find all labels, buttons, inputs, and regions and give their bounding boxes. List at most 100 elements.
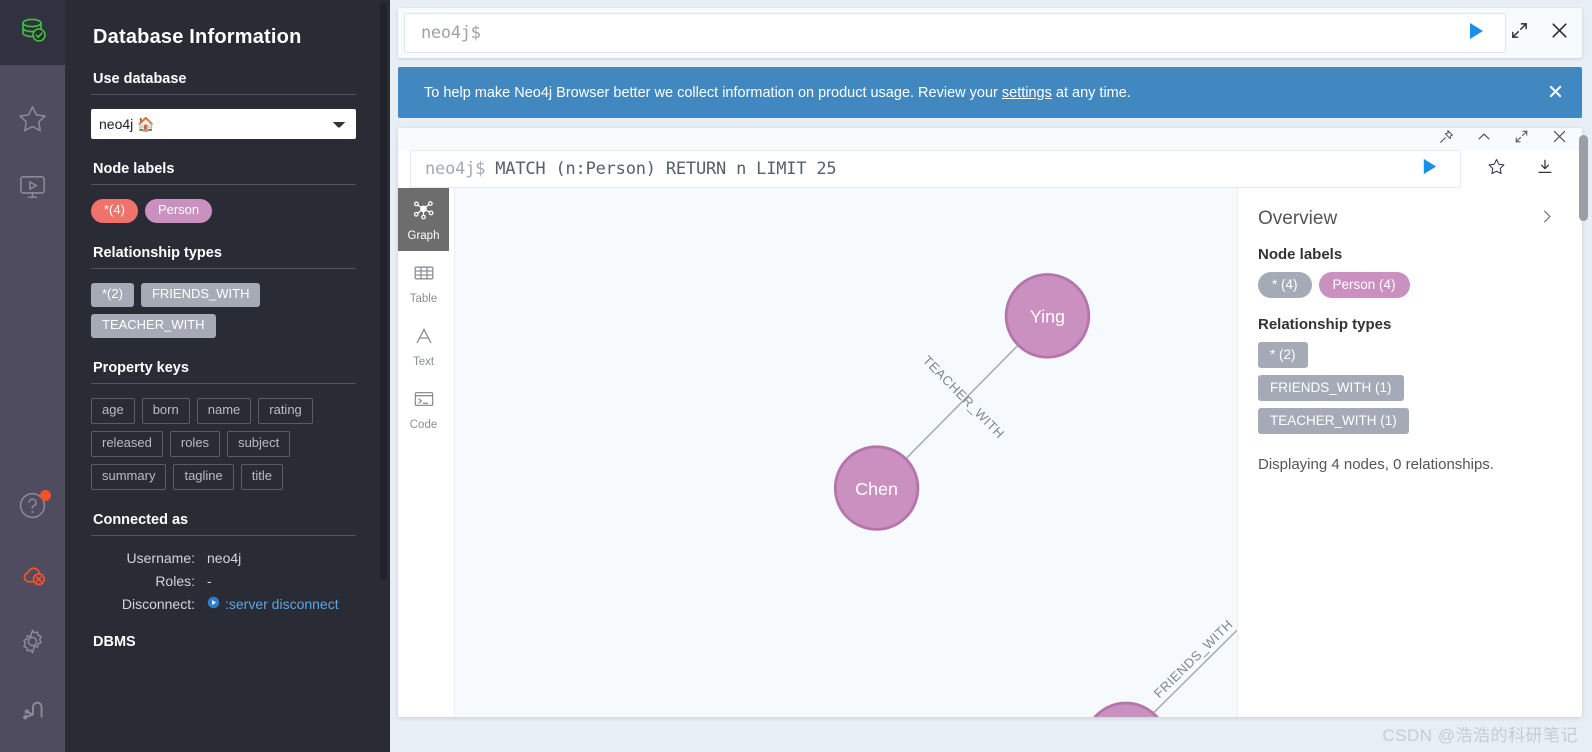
close-icon: [1551, 128, 1568, 150]
property-key-chip[interactable]: summary: [91, 463, 167, 490]
view-mode-table[interactable]: Table: [398, 251, 449, 314]
main-scrollbar[interactable]: [1579, 135, 1588, 221]
dbms-heading: DBMS: [93, 633, 136, 650]
neo4j-browser-app: Database Information Use database neo4j …: [0, 0, 1592, 752]
rail-primary-items: [0, 65, 65, 223]
graph-canvas[interactable]: TEACHER_WITH FRIENDS_WITH Ying Chen Over…: [454, 188, 1582, 717]
divider: [91, 267, 356, 269]
sidebar-item-project-files[interactable]: [0, 155, 65, 223]
banner-settings-link[interactable]: settings: [1002, 85, 1052, 101]
property-key-chip[interactable]: roles: [169, 430, 221, 457]
overview-node-chip[interactable]: * (4): [1258, 272, 1312, 298]
connection-key: Roles:: [155, 572, 195, 589]
graph-node-john[interactable]: John: [1085, 701, 1168, 717]
relationship-type-chip[interactable]: FRIENDS_WITH: [140, 282, 261, 307]
star-icon: [1487, 157, 1506, 181]
cloud-disconnected-icon: [17, 558, 48, 594]
database-select[interactable]: neo4j 🏠: [91, 109, 356, 139]
divider: [91, 94, 356, 95]
pin-frame-button[interactable]: [1439, 129, 1454, 149]
expand-editor-button[interactable]: [1510, 21, 1529, 45]
expand-frame-button[interactable]: [1514, 129, 1529, 149]
property-key-chip[interactable]: rating: [258, 397, 313, 424]
property-keys-section: Property keys age born name rating relea…: [91, 360, 356, 490]
view-mode-code[interactable]: Code: [398, 377, 449, 440]
run-query-button[interactable]: [1455, 20, 1497, 47]
graph-node-ying[interactable]: Ying: [1004, 273, 1091, 359]
banner-text: To help make Neo4j Browser better we col…: [424, 85, 1131, 101]
graph-node-chen[interactable]: Chen: [833, 445, 920, 531]
watermark: CSDN @浩浩的科研笔记: [1382, 726, 1578, 745]
close-icon: [1549, 20, 1570, 46]
property-key-chip[interactable]: tagline: [173, 463, 234, 490]
sidebar-item-favorites[interactable]: [0, 87, 65, 155]
overview-title: Overview: [1258, 208, 1338, 229]
sidebar-scrollbar[interactable]: [380, 2, 387, 580]
sidebar-item-help[interactable]: [0, 474, 65, 542]
relationship-teacher-with[interactable]: TEACHER_WITH: [895, 345, 1018, 470]
play-icon: [1465, 20, 1487, 47]
close-frame-button[interactable]: [1551, 128, 1568, 150]
sidebar-title: Database Information: [93, 26, 302, 48]
monitor-play-icon: [17, 171, 48, 207]
telemetry-banner: To help make Neo4j Browser better we col…: [398, 67, 1582, 118]
property-key-chip[interactable]: title: [240, 463, 283, 490]
connection-row: Username: neo4j: [113, 550, 356, 566]
favorite-query-button[interactable]: [1487, 157, 1506, 181]
frame-query-box[interactable]: neo4j$ MATCH (n:Person) RETURN n LIMIT 2…: [410, 150, 1461, 188]
frame-query-text: neo4j$ MATCH (n:Person) RETURN n LIMIT 2…: [425, 159, 837, 179]
overview-relationship-chip[interactable]: FRIENDS_WITH (1): [1258, 375, 1404, 401]
view-mode-text[interactable]: Text: [398, 314, 449, 377]
property-key-chip[interactable]: born: [141, 397, 190, 424]
relationship-type-chip[interactable]: TEACHER_WITH: [91, 313, 216, 338]
property-key-chip[interactable]: subject: [227, 430, 291, 457]
code-icon: [412, 387, 436, 414]
connection-row: Roles: -: [113, 573, 356, 589]
relationship-types-section: Relationship types *(2) FRIENDS_WITH TEA…: [91, 245, 356, 338]
banner-text-before: To help make Neo4j Browser better we col…: [424, 84, 1002, 101]
neo4j-database-check-icon: [18, 15, 48, 50]
overview-relationship-chip[interactable]: TEACHER_WITH (1): [1258, 408, 1409, 434]
collapse-frame-button[interactable]: [1476, 129, 1492, 150]
overview-node-chip[interactable]: Person (4): [1318, 272, 1410, 298]
property-key-chip[interactable]: age: [91, 397, 135, 424]
banner-close-button[interactable]: [1549, 83, 1562, 103]
view-mode-graph[interactable]: Graph: [398, 188, 449, 251]
sidebar-item-about[interactable]: [0, 678, 65, 746]
sidebar-item-connection-status[interactable]: [0, 542, 65, 610]
overview-relationship-chip[interactable]: * (2): [1258, 342, 1308, 368]
cypher-editor[interactable]: neo4j$: [404, 13, 1506, 53]
property-key-chip[interactable]: released: [91, 430, 163, 457]
relationship-label: TEACHER_WITH: [920, 353, 1008, 442]
download-results-button[interactable]: [1536, 158, 1554, 181]
editor-prompt: neo4j$: [421, 23, 481, 43]
notification-dot: [40, 490, 51, 501]
connection-details: Username: neo4j Roles: - Disconnect::se…: [113, 550, 356, 612]
server-disconnect-link[interactable]: :server disconnect: [207, 596, 339, 612]
overview-header: Overview: [1258, 208, 1556, 230]
text-icon: [412, 324, 436, 351]
chevron-up-icon: [1476, 129, 1492, 150]
overview-relationship-types-heading: Relationship types: [1258, 316, 1392, 333]
connection-key: Username:: [126, 549, 195, 566]
relationship-type-chip[interactable]: *(2): [91, 282, 134, 307]
collapse-overview-button[interactable]: [1539, 208, 1556, 230]
play-circle-icon: [207, 596, 220, 612]
editor-actions: [1506, 8, 1582, 58]
rerun-query-button[interactable]: [1409, 156, 1450, 182]
frame-header-actions: [398, 128, 1582, 150]
sidebar-item-settings[interactable]: [0, 610, 65, 678]
connection-value: -: [207, 572, 212, 589]
overview-relationship-chips: * (2) FRIENDS_WITH (1) TEACHER_WITH (1): [1258, 342, 1458, 434]
divider: [91, 382, 356, 384]
node-label-chip[interactable]: Person: [144, 199, 213, 223]
top-editor-bar: neo4j$: [390, 0, 1592, 58]
property-key-chip[interactable]: name: [196, 397, 252, 424]
connected-as-heading: Connected as: [93, 511, 189, 528]
graph-node-label: Chen: [855, 479, 898, 499]
graph-node-label: Ying: [1030, 307, 1065, 327]
node-label-chip[interactable]: *(4): [91, 199, 138, 223]
divider: [91, 184, 356, 185]
frame-query-value: MATCH (n:Person) RETURN n LIMIT 25: [495, 159, 837, 179]
close-editor-button[interactable]: [1549, 20, 1570, 46]
